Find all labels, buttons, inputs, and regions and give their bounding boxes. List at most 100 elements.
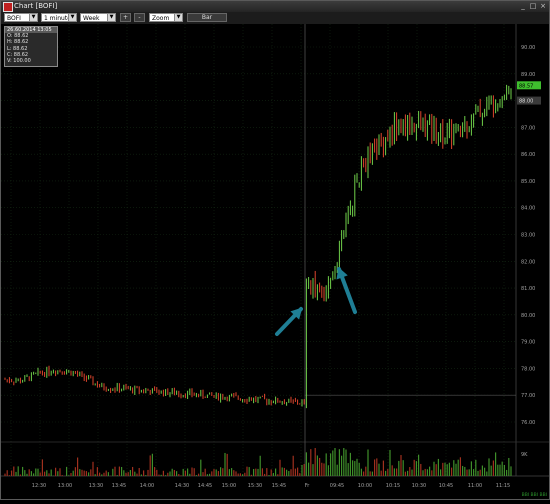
zoom-in-button[interactable]: + bbox=[120, 13, 131, 22]
price-axis-label: 90.00 bbox=[521, 45, 535, 51]
time-axis-label: 14:30 bbox=[175, 483, 189, 489]
volume-bar bbox=[475, 460, 476, 476]
volume-bar bbox=[18, 466, 19, 476]
volume-bar bbox=[400, 455, 401, 476]
time-axis-label: 15:45 bbox=[272, 483, 286, 489]
volume-bar bbox=[497, 465, 498, 476]
volume-bar bbox=[396, 468, 397, 476]
chart-area[interactable]: 90.0089.0088.0087.0086.0085.0084.0083.00… bbox=[1, 24, 549, 500]
volume-bar bbox=[169, 471, 170, 476]
volume-bar bbox=[246, 467, 247, 476]
volume-bar bbox=[352, 460, 353, 476]
volume-bar bbox=[343, 448, 344, 476]
volume-bar bbox=[216, 469, 217, 476]
volume-bar bbox=[387, 469, 388, 476]
volume-bar bbox=[348, 463, 349, 476]
volume-bar bbox=[411, 470, 412, 476]
volume-bar bbox=[378, 464, 379, 476]
volume-bar bbox=[108, 472, 109, 476]
volume-bar bbox=[42, 459, 43, 476]
chart-type-button[interactable]: Bar bbox=[187, 13, 227, 22]
volume-bar bbox=[183, 469, 184, 476]
volume-bar bbox=[383, 461, 384, 476]
time-axis-label: 10:30 bbox=[412, 483, 426, 489]
volume-bar bbox=[508, 458, 509, 476]
volume-bar bbox=[224, 453, 225, 476]
volume-bar bbox=[422, 470, 423, 476]
volume-bar bbox=[409, 467, 410, 476]
close-button[interactable]: × bbox=[539, 2, 547, 10]
price-axis-label: 82.00 bbox=[521, 259, 535, 265]
volume-bar bbox=[240, 473, 241, 476]
volume-bar bbox=[308, 463, 309, 476]
volume-bar bbox=[209, 474, 210, 476]
volume-bar bbox=[101, 474, 102, 476]
chevron-down-icon[interactable]: ▼ bbox=[29, 14, 37, 21]
volume-bar bbox=[260, 456, 261, 476]
volume-bar bbox=[350, 453, 351, 476]
volume-bar bbox=[460, 457, 461, 476]
price-axis-label: 76.00 bbox=[521, 420, 535, 426]
volume-bar bbox=[447, 464, 448, 476]
volume-bar bbox=[284, 468, 285, 476]
volume-bar bbox=[196, 475, 197, 476]
volume-bar bbox=[425, 469, 426, 476]
volume-bar bbox=[334, 448, 335, 476]
volume-bar bbox=[59, 468, 60, 476]
zoom-out-button[interactable]: - bbox=[134, 13, 145, 22]
volume-bar bbox=[207, 474, 208, 476]
volume-bar bbox=[191, 467, 192, 476]
volume-bar bbox=[293, 456, 294, 476]
price-chart[interactable]: 90.0089.0088.0087.0086.0085.0084.0083.00… bbox=[1, 24, 549, 500]
volume-bar bbox=[112, 469, 113, 476]
volume-bar bbox=[75, 467, 76, 476]
volume-bar bbox=[332, 450, 333, 476]
volume-bar bbox=[35, 468, 36, 476]
zoom-select[interactable]: Zoom ▼ bbox=[149, 13, 183, 22]
volume-bar bbox=[103, 473, 104, 476]
chevron-down-icon[interactable]: ▼ bbox=[174, 14, 182, 21]
maximize-button[interactable]: □ bbox=[529, 2, 537, 10]
interval-select[interactable]: 1 minute ▼ bbox=[41, 13, 77, 22]
volume-bar bbox=[187, 468, 188, 476]
volume-bar bbox=[150, 455, 151, 476]
volume-bar bbox=[433, 462, 434, 476]
volume-bar bbox=[119, 467, 120, 476]
chevron-down-icon[interactable]: ▼ bbox=[68, 14, 76, 21]
period-select[interactable]: Week ▼ bbox=[80, 13, 116, 22]
volume-bar bbox=[128, 472, 129, 476]
volume-bar bbox=[495, 452, 496, 476]
volume-bar bbox=[502, 462, 503, 476]
volume-bar bbox=[376, 458, 377, 476]
volume-bar bbox=[165, 475, 166, 476]
volume-bar bbox=[231, 468, 232, 476]
volume-bar bbox=[449, 463, 450, 476]
volume-bar bbox=[11, 471, 12, 476]
volume-bar bbox=[455, 464, 456, 476]
volume-bar bbox=[176, 471, 177, 476]
last-price-label: 88.57 bbox=[519, 83, 533, 89]
volume-bar bbox=[361, 469, 362, 476]
volume-bar bbox=[326, 453, 327, 476]
volume-bar bbox=[123, 470, 124, 476]
volume-bar bbox=[99, 473, 100, 476]
volume-bar bbox=[279, 460, 280, 476]
volume-bar bbox=[385, 471, 386, 476]
time-axis-label: 13:45 bbox=[112, 483, 126, 489]
symbol-select[interactable]: BOFI ▼ bbox=[4, 13, 38, 22]
time-axis-label: 13:00 bbox=[58, 483, 72, 489]
volume-bar bbox=[233, 470, 234, 476]
time-axis-label: 10:45 bbox=[439, 483, 453, 489]
symbol-value: BOFI bbox=[7, 15, 21, 22]
volume-bar bbox=[493, 461, 494, 476]
minimize-button[interactable]: _ bbox=[519, 2, 527, 10]
volume-bar bbox=[31, 471, 32, 476]
volume-bar bbox=[403, 460, 404, 476]
volume-bar bbox=[218, 471, 219, 476]
volume-bar bbox=[24, 470, 25, 476]
chevron-down-icon[interactable]: ▼ bbox=[107, 14, 115, 21]
price-axis-label: 79.00 bbox=[521, 340, 535, 346]
volume-bar bbox=[22, 467, 23, 476]
volume-bar bbox=[257, 469, 258, 476]
volume-bar bbox=[88, 472, 89, 476]
